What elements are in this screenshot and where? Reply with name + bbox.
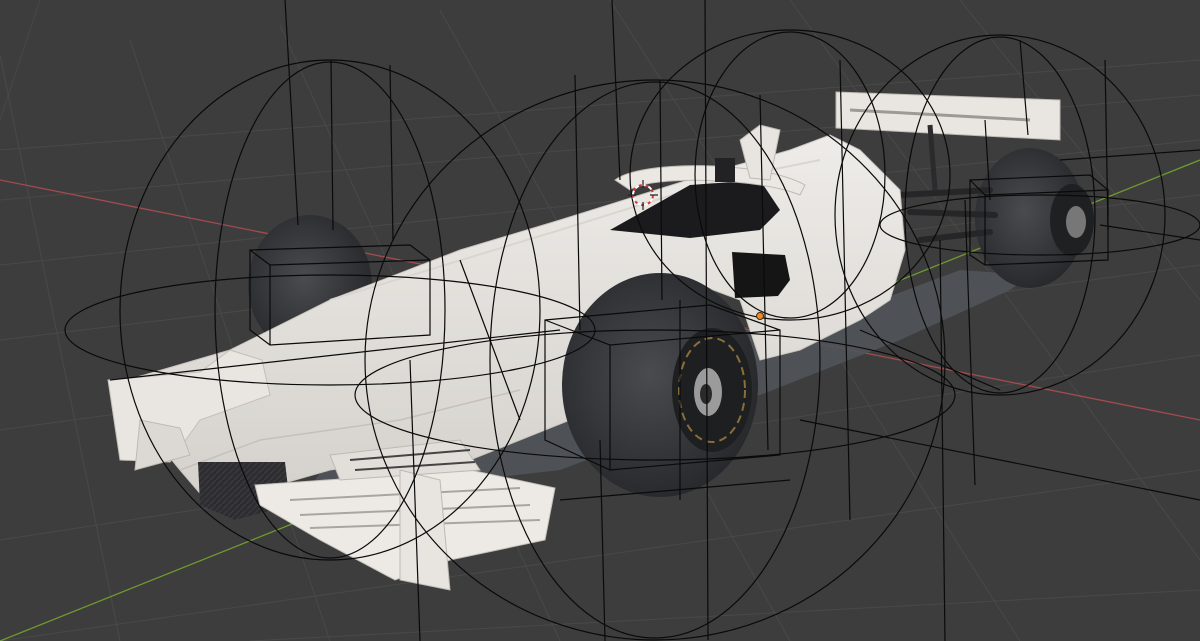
object-origin-icon[interactable] [756, 312, 764, 320]
front-right-tyre [562, 273, 758, 497]
sidepod-inlet [732, 252, 790, 298]
3d-viewport[interactable] [0, 0, 1200, 641]
viewport-canvas[interactable] [0, 0, 1200, 641]
